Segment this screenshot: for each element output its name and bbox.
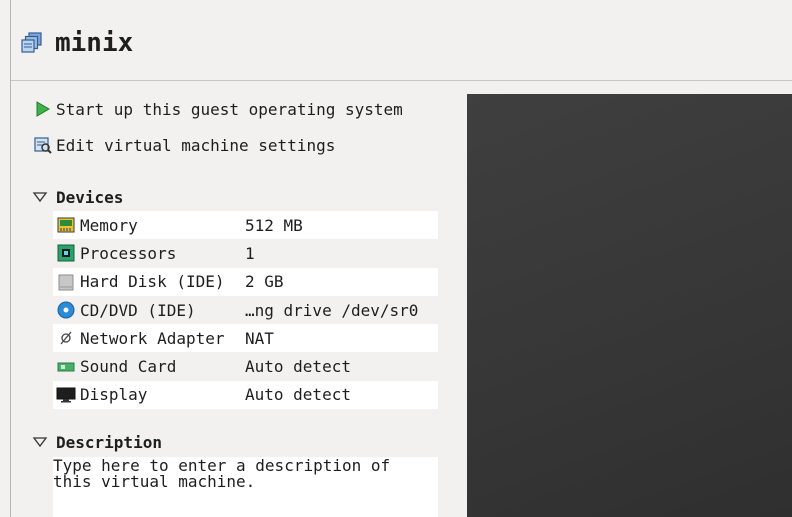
device-name: CD/DVD (IDE) (80, 300, 196, 320)
description-section-toggle[interactable]: Description (32, 432, 162, 452)
vm-screen-preview[interactable] (467, 94, 792, 517)
device-value: 2 GB (245, 272, 284, 292)
device-row-cd-dvd[interactable]: CD/DVD (IDE) …ng drive /dev/sr0 (53, 295, 438, 325)
display-icon (56, 386, 76, 404)
device-value: NAT (245, 328, 274, 348)
vm-details-pane: minix Start up this guest operating syst… (0, 0, 792, 517)
sound-card-icon (56, 358, 76, 376)
start-vm-label: Start up this guest operating system (56, 99, 403, 119)
virtual-machine-icon (21, 32, 43, 54)
devices-list: Memory 512 MB Processors 1 Hard Disk (ID… (53, 211, 438, 410)
device-name: Sound Card (80, 357, 177, 377)
device-name: Processors (80, 243, 177, 263)
network-icon (56, 329, 76, 347)
settings-icon (34, 136, 52, 154)
device-row-display[interactable]: Display Auto detect (53, 380, 438, 410)
device-value: …ng drive /dev/sr0 (245, 300, 419, 320)
device-name: Display (80, 385, 148, 405)
device-value: 1 (245, 243, 255, 263)
device-row-processors[interactable]: Processors 1 (53, 239, 438, 268)
description-placeholder: Type here to enter a description of this… (53, 456, 400, 491)
processor-icon (56, 244, 76, 262)
start-vm-link[interactable]: Start up this guest operating system (34, 98, 403, 120)
device-value: Auto detect (245, 357, 351, 377)
device-name: Hard Disk (IDE) (80, 272, 225, 292)
collapse-triangle-icon (32, 435, 50, 449)
device-row-sound-card[interactable]: Sound Card Auto detect (53, 352, 438, 381)
device-row-hard-disk[interactable]: Hard Disk (IDE) 2 GB (53, 267, 438, 296)
device-row-memory[interactable]: Memory 512 MB (53, 211, 438, 240)
cd-dvd-icon (56, 301, 76, 319)
edit-vm-settings-label: Edit virtual machine settings (56, 135, 336, 155)
vm-name-title: minix (55, 28, 134, 58)
device-name: Network Adapter (80, 328, 225, 348)
memory-icon (56, 216, 76, 234)
device-row-network-adapter[interactable]: Network Adapter NAT (53, 324, 438, 353)
device-name: Memory (80, 215, 138, 235)
devices-heading: Devices (56, 187, 124, 207)
collapse-triangle-icon (32, 190, 50, 204)
edit-vm-settings-link[interactable]: Edit virtual machine settings (34, 134, 335, 156)
devices-section-toggle[interactable]: Devices (32, 187, 123, 207)
description-heading: Description (56, 432, 162, 452)
play-icon (34, 100, 52, 118)
hard-disk-icon (56, 273, 76, 291)
device-value: Auto detect (245, 385, 351, 405)
device-value: 512 MB (245, 215, 303, 235)
